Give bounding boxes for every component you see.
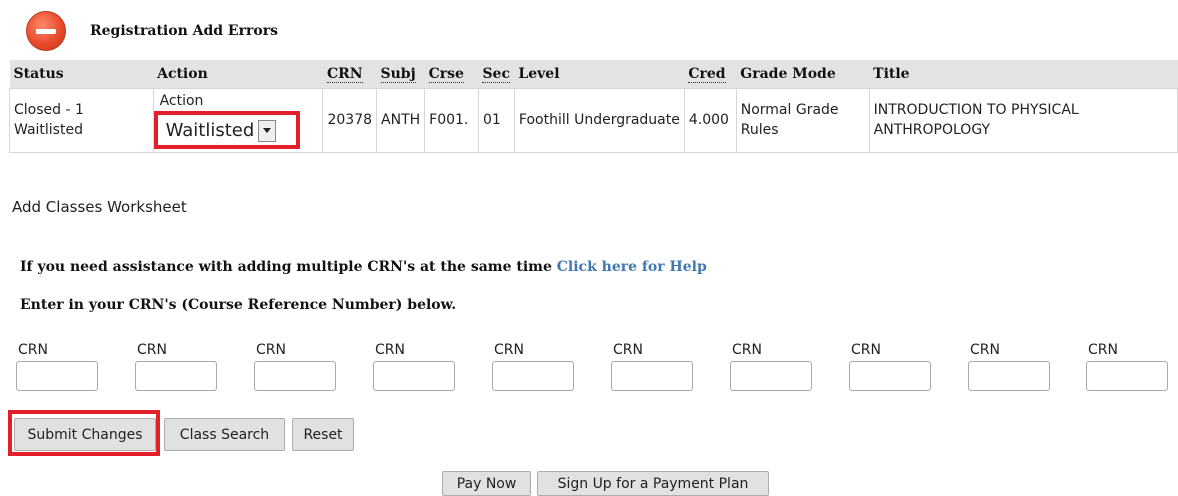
crn-input[interactable] [373, 361, 455, 391]
col-crn-abbr: CRN [326, 65, 363, 83]
crn-label: CRN [613, 342, 643, 358]
crn-input[interactable] [492, 361, 574, 391]
crn-field-group: CRN [968, 342, 1052, 391]
crn-label: CRN [1088, 342, 1118, 358]
crn-cell: 20378 [322, 87, 378, 153]
level-cell: Foothill Undergraduate [513, 87, 685, 153]
col-action: Action [153, 60, 323, 88]
table-row: Closed - 1 Waitlisted Action Waitlisted … [9, 87, 1178, 153]
crn-label: CRN [851, 342, 881, 358]
table-header-row: Status Action CRN Subj Crse Sec Level Cr… [9, 60, 1178, 88]
crn-label: CRN [256, 342, 286, 358]
col-status: Status [9, 60, 154, 88]
reset-button[interactable]: Reset [292, 418, 354, 451]
submit-changes-button[interactable]: Submit Changes [14, 418, 156, 451]
help-line: If you need assistance with adding multi… [20, 259, 707, 275]
action-highlight-box: Waitlisted [153, 110, 300, 149]
col-crse-abbr: Crse [428, 65, 464, 83]
crn-field-group: CRN [16, 342, 100, 391]
col-sec-abbr: Sec [482, 65, 510, 83]
action-select[interactable]: Waitlisted [166, 119, 277, 143]
crn-field-group: CRN [849, 342, 933, 391]
crn-field-group: CRN [254, 342, 338, 391]
crn-label: CRN [494, 342, 524, 358]
pay-now-button[interactable]: Pay Now [442, 471, 531, 496]
crn-label: CRN [970, 342, 1000, 358]
col-level: Level [514, 60, 685, 88]
error-icon [26, 11, 66, 51]
col-crn: CRN [322, 60, 377, 88]
crn-label: CRN [137, 342, 167, 358]
subj-cell: ANTH [376, 87, 426, 153]
action-select-label: Action [159, 92, 204, 109]
worksheet-title: Add Classes Worksheet [12, 198, 187, 216]
col-sec: Sec [478, 60, 515, 88]
crn-input[interactable] [849, 361, 931, 391]
help-link[interactable]: Click here for Help [557, 259, 707, 275]
crn-input[interactable] [1086, 361, 1168, 391]
crn-input[interactable] [135, 361, 217, 391]
errors-title: Registration Add Errors [90, 23, 278, 39]
col-cred-abbr: Cred [688, 65, 726, 83]
col-title: Title [869, 60, 1178, 88]
sec-cell: 01 [477, 87, 515, 153]
crn-label: CRN [18, 342, 48, 358]
col-subj-abbr: Subj [380, 65, 416, 83]
help-text: If you need assistance with adding multi… [20, 259, 552, 275]
crn-field-group: CRN [1086, 342, 1170, 391]
crn-input[interactable] [611, 361, 693, 391]
crn-field-group: CRN [373, 342, 457, 391]
status-cell: Closed - 1 Waitlisted [9, 87, 154, 153]
crse-cell: F001. [424, 87, 479, 153]
action-cell: Action Waitlisted [152, 87, 324, 153]
action-select-value: Waitlisted [165, 119, 255, 141]
crn-input[interactable] [968, 361, 1050, 391]
registration-errors-header: Registration Add Errors [26, 11, 278, 51]
class-search-button[interactable]: Class Search [164, 418, 285, 451]
col-subj: Subj [376, 60, 425, 88]
crn-field-group: CRN [611, 342, 695, 391]
col-crse: Crse [424, 60, 479, 88]
chevron-down-icon[interactable] [258, 119, 277, 142]
grade-mode-cell: Normal Grade Rules [735, 87, 870, 153]
crn-input[interactable] [254, 361, 336, 391]
crn-label: CRN [375, 342, 405, 358]
title-cell: INTRODUCTION TO PHYSICAL ANTHROPOLOGY [868, 87, 1178, 153]
col-cred: Cred [684, 60, 737, 88]
crn-label: CRN [732, 342, 762, 358]
crn-input[interactable] [16, 361, 98, 391]
payment-plan-button[interactable]: Sign Up for a Payment Plan [537, 471, 769, 496]
col-grade-mode: Grade Mode [736, 60, 870, 88]
crn-input[interactable] [730, 361, 812, 391]
crn-field-group: CRN [135, 342, 219, 391]
registration-errors-table: Status Action CRN Subj Crse Sec Level Cr… [9, 60, 1178, 153]
enter-crn-instructions: Enter in your CRN's (Course Reference Nu… [20, 297, 457, 313]
crn-field-group: CRN [492, 342, 576, 391]
cred-cell: 4.000 [683, 87, 737, 153]
crn-field-group: CRN [730, 342, 814, 391]
